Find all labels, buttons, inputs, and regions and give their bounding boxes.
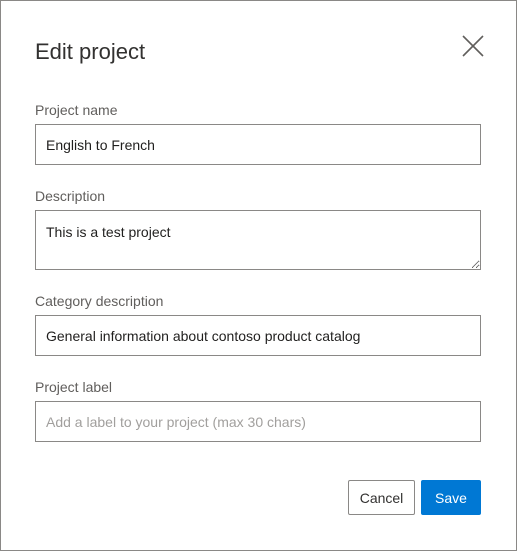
category-description-input[interactable] — [35, 315, 481, 356]
edit-project-dialog: Edit project Project name Description Th… — [0, 0, 517, 551]
dialog-title: Edit project — [35, 39, 146, 64]
description-textarea[interactable]: This is a test project — [35, 210, 481, 270]
close-button[interactable] — [459, 32, 487, 60]
save-button[interactable]: Save — [421, 480, 481, 515]
close-icon — [459, 32, 487, 60]
cancel-button[interactable]: Cancel — [348, 480, 415, 515]
project-label-input[interactable] — [35, 401, 481, 442]
project-name-label: Project name — [35, 102, 118, 118]
project-name-input[interactable] — [35, 124, 481, 165]
project-label-label: Project label — [35, 379, 113, 395]
description-label: Description — [35, 188, 106, 204]
category-description-label: Category description — [35, 293, 164, 309]
